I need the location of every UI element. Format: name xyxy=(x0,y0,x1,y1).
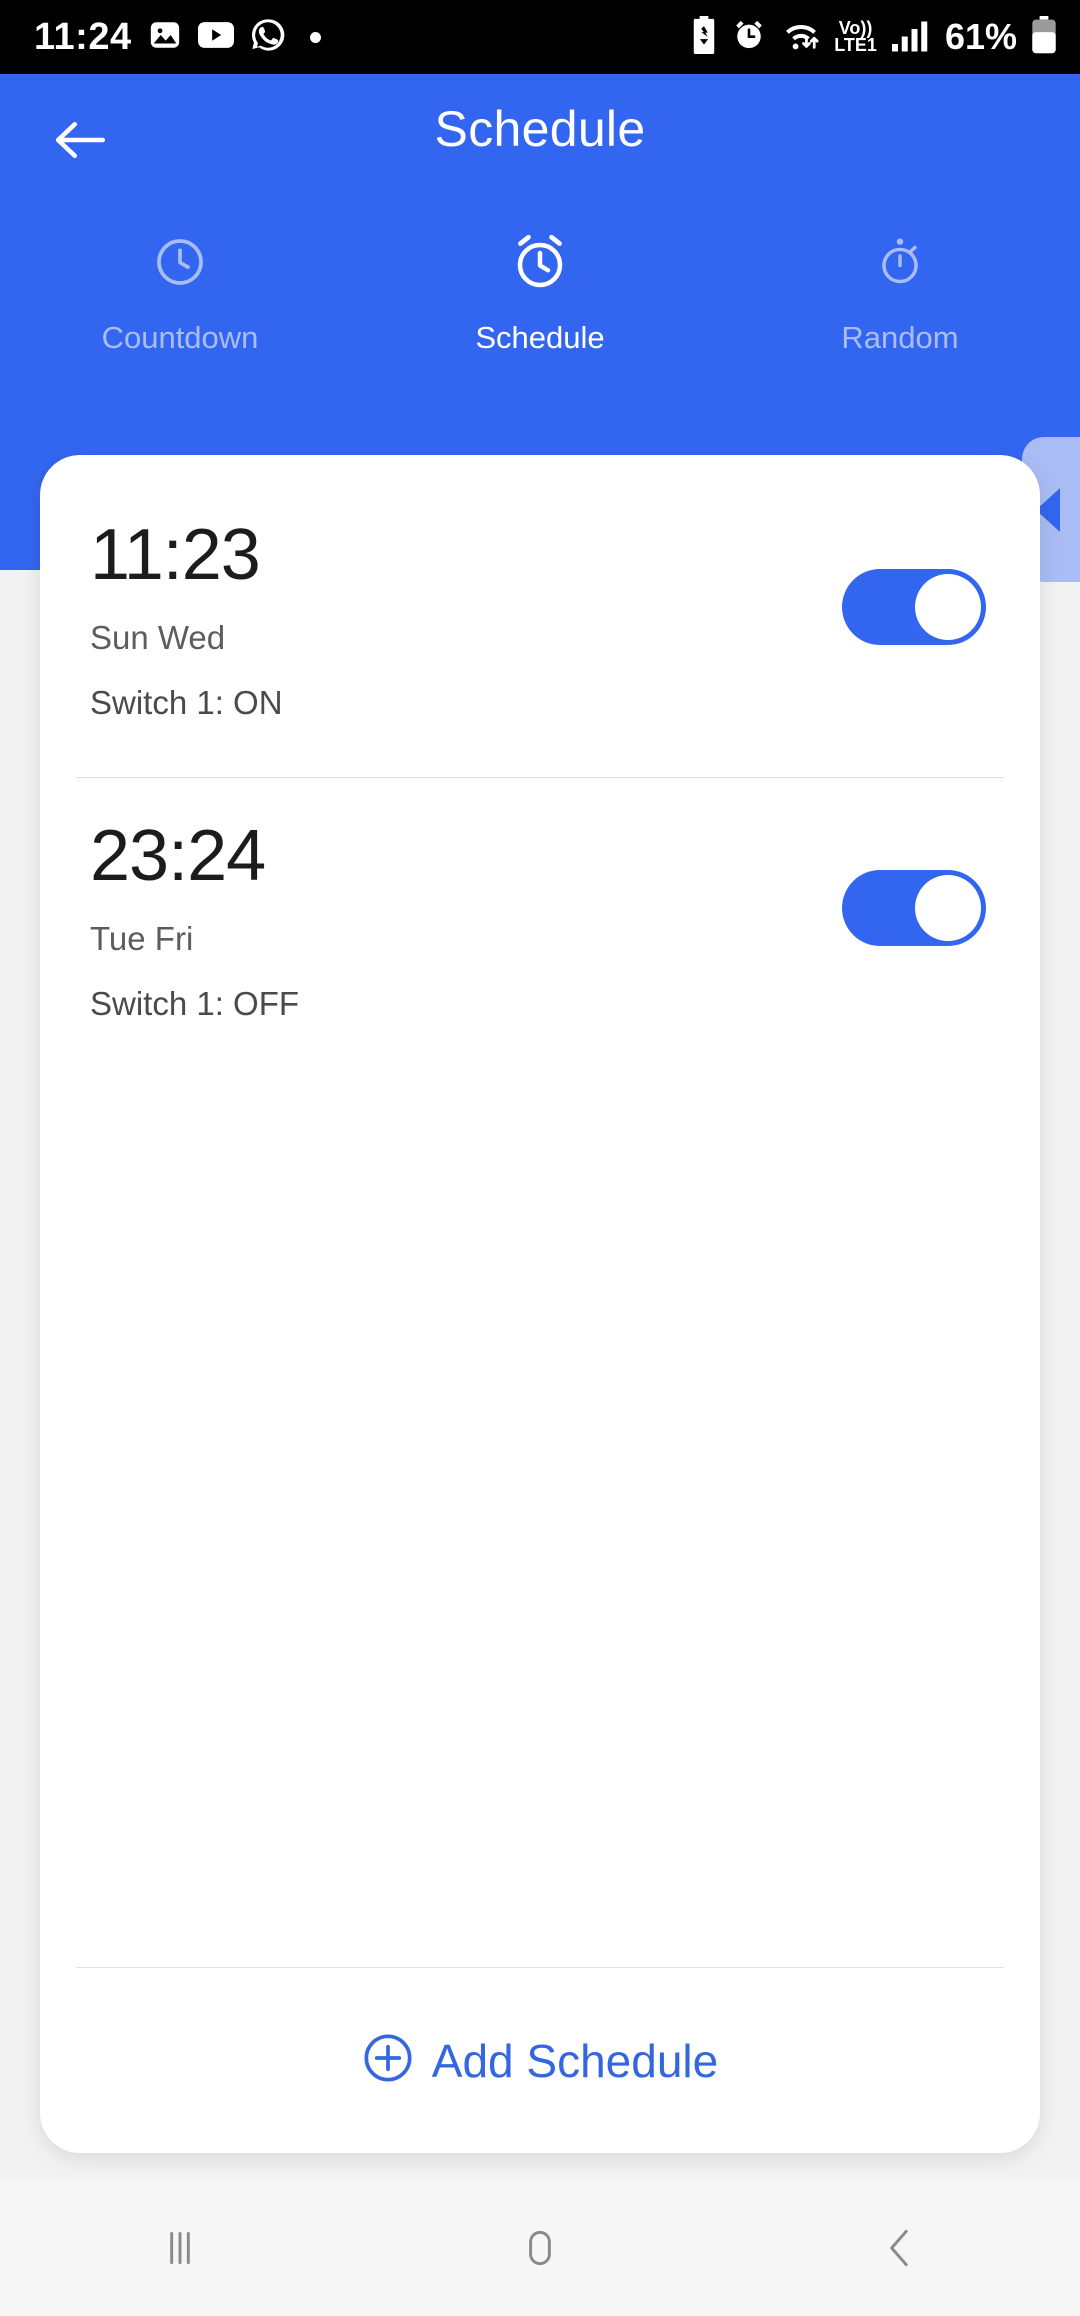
schedule-row[interactable]: 11:23 Sun Wed Switch 1: ON xyxy=(40,477,1040,747)
tab-countdown[interactable]: Countdown xyxy=(0,224,360,356)
tab-random-label: Random xyxy=(841,320,959,355)
status-bar: 11:24 Vo)) LTE1 61% xyxy=(0,0,1080,74)
page-title: Schedule xyxy=(434,101,646,157)
add-schedule-section: Add Schedule xyxy=(40,1967,1040,2153)
back-nav-button[interactable] xyxy=(720,2223,1080,2273)
status-bar-right: Vo)) LTE1 61% xyxy=(689,15,1058,59)
status-bar-left: 11:24 xyxy=(34,17,321,58)
tab-random[interactable]: Random xyxy=(720,224,1080,356)
recents-icon xyxy=(170,2231,190,2265)
tab-bar: Countdown Schedule Random xyxy=(0,224,1080,356)
add-schedule-label: Add Schedule xyxy=(431,2034,719,2087)
recents-button[interactable] xyxy=(0,2223,360,2273)
stopwatch-icon xyxy=(874,224,926,300)
battery-percent-label: 61% xyxy=(944,16,1017,57)
signal-icon xyxy=(890,17,930,58)
youtube-icon xyxy=(197,20,234,55)
schedule-card: 11:23 Sun Wed Switch 1: ON 23:24 Tue Fri… xyxy=(40,455,1040,2153)
home-button[interactable] xyxy=(360,2223,720,2273)
toggle-knob xyxy=(915,574,981,640)
dot-indicator xyxy=(309,31,321,43)
alarm-clock-icon xyxy=(510,224,570,300)
schedule-list: 11:23 Sun Wed Switch 1: ON 23:24 Tue Fri… xyxy=(40,455,1040,1048)
tab-countdown-label: Countdown xyxy=(101,320,259,355)
battery-saver-icon xyxy=(689,15,719,59)
status-bar-clock: 11:24 xyxy=(34,16,132,58)
toggle-knob xyxy=(915,875,981,941)
phone-screen: 11:24 Vo)) LTE1 61% Schedule Countdown S… xyxy=(0,0,1080,2316)
clock-icon xyxy=(152,224,208,300)
tab-schedule-label: Schedule xyxy=(475,320,605,355)
schedule-toggle[interactable] xyxy=(842,870,986,946)
schedule-toggle[interactable] xyxy=(842,569,986,645)
wifi-icon xyxy=(779,17,823,58)
app-bar-top: Schedule xyxy=(0,74,1080,204)
alarm-icon xyxy=(732,18,766,57)
tab-schedule[interactable]: Schedule xyxy=(360,224,720,356)
volte-icon: Vo)) LTE1 xyxy=(834,19,877,55)
plus-circle-icon xyxy=(362,2032,414,2089)
schedule-action: Switch 1: ON xyxy=(90,684,283,721)
android-nav-bar xyxy=(0,2180,1080,2316)
whatsapp-icon xyxy=(250,17,286,58)
battery-icon xyxy=(1030,15,1058,59)
volte-bottom-label: LTE1 xyxy=(834,35,877,55)
home-icon xyxy=(529,2230,551,2266)
back-chevron-icon xyxy=(890,2229,908,2267)
photos-icon xyxy=(148,18,182,57)
schedule-action: Switch 1: OFF xyxy=(90,985,300,1022)
schedule-row[interactable]: 23:24 Tue Fri Switch 1: OFF xyxy=(40,778,1040,1048)
add-schedule-button[interactable]: Add Schedule xyxy=(40,1968,1040,2153)
